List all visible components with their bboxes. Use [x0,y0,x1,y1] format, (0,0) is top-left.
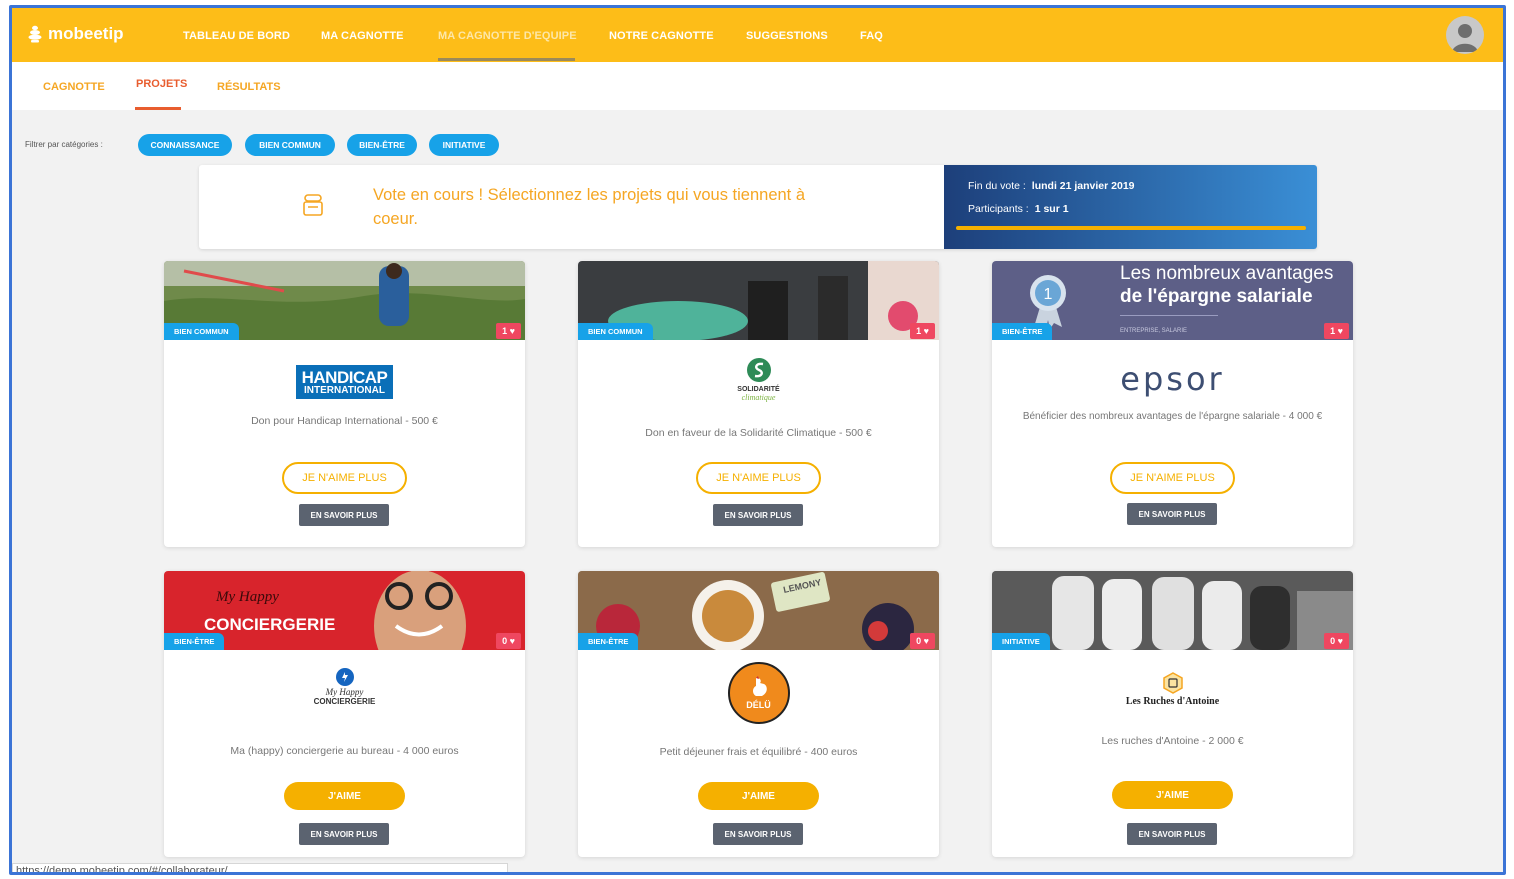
nav-ma-cagnotte[interactable]: MA CAGNOTTE [321,30,404,42]
delu-logo-text: DÉLÜ [746,700,771,710]
participants-row: Participants : 1 sur 1 [968,203,1069,215]
nav-suggestions[interactable]: SUGGESTIONS [746,30,828,42]
like-button[interactable]: J'AIME [698,782,819,810]
tab-active-indicator [135,107,181,110]
learn-more-button[interactable]: EN SAVOIR PLUS [299,504,389,526]
learn-more-button[interactable]: EN SAVOIR PLUS [713,504,803,526]
category-badge: BIEN-ÊTRE [992,323,1053,340]
filter-chip-initiative[interactable]: INITIATIVE [429,134,499,156]
learn-more-button[interactable]: EN SAVOIR PLUS [1127,503,1217,525]
project-description: Don pour Handicap International - 500 € [251,415,438,427]
unlike-button[interactable]: JE N'AIME PLUS [696,462,821,494]
brand-name: mobeetip [48,24,124,43]
image-divider [1120,315,1218,316]
project-logo: My Happy CONCIERGERIE [164,667,525,706]
project-logo: SOLIDARITÉ climatique [578,357,939,402]
project-card: LEMONY BIEN-ÊTRE 0 ♥ DÉLÜ Petit déjeuner… [578,571,939,857]
project-description: Ma (happy) conciergerie au bureau - 4 00… [230,745,459,757]
tab-cagnotte[interactable]: CAGNOTTE [43,81,105,93]
medal-icon: 1 [1030,275,1066,329]
nav-faq[interactable]: FAQ [860,30,883,42]
project-card: BIEN COMMUN 1 ♥ HANDICAP INTERNATIONAL D… [164,261,525,547]
logo-text-line2: climatique [741,393,776,402]
category-badge: INITIATIVE [992,633,1050,650]
project-card: 1 Les nombreux avantages de l'épargne sa… [992,261,1353,547]
learn-more-button[interactable]: EN SAVOIR PLUS [1127,823,1217,845]
category-badge: BIEN-ÊTRE [578,633,639,650]
participants-label: Participants : [968,203,1029,215]
likes-badge: 1 ♥ [496,323,521,339]
filter-label: Filtrer par catégories : [25,140,103,149]
participation-progress-bar [956,226,1306,230]
like-button[interactable]: J'AIME [1112,781,1233,809]
image-title-line1: My Happy [216,589,279,605]
likes-badge: 0 ♥ [1324,633,1349,649]
like-button[interactable]: J'AIME [284,782,405,810]
logo-text-line2: INTERNATIONAL [304,384,385,396]
top-navbar: mobeetip TABLEAU DE BORD MA CAGNOTTE MA … [12,8,1503,62]
concierge-logo-icon [335,668,354,686]
image-title-line1: Les nombreux avantages [1120,263,1334,284]
project-logo: Les Ruches d'Antoine [992,672,1353,707]
project-logo: epsor [992,360,1353,398]
ballot-box-icon [303,194,323,216]
filter-chip-bien-etre[interactable]: BIEN-ÊTRE [347,134,417,156]
project-logo: HANDICAP INTERNATIONAL [164,365,525,399]
project-card: INITIATIVE 0 ♥ Les Ruches d'Antoine Les … [992,571,1353,857]
vote-end-row: Fin du vote : lundi 21 janvier 2019 [968,180,1135,192]
nav-notre-cagnotte[interactable]: NOTRE CAGNOTTE [609,30,714,42]
image-title-line2: CONCIERGERIE [204,615,336,634]
likes-badge: 0 ♥ [910,633,935,649]
filter-chip-bien-commun[interactable]: BIEN COMMUN [245,134,335,156]
user-avatar[interactable] [1446,16,1484,54]
browser-status-url: https://demo.mobeetip.com/#/collaborateu… [12,863,508,872]
likes-badge: 1 ♥ [910,323,935,339]
likes-badge: 1 ♥ [1324,323,1349,339]
beehive-logo-icon [1162,672,1183,694]
vote-banner: Vote en cours ! Sélectionnez les projets… [199,165,1317,249]
filter-chip-connaissance[interactable]: CONNAISSANCE [138,134,232,156]
image-caption: ENTREPRISE, SALARIE [1120,328,1188,334]
svg-text:1: 1 [1044,286,1053,303]
epsor-logo-text: epsor [1120,360,1225,398]
project-description: Les ruches d'Antoine - 2 000 € [1101,735,1244,747]
unlike-button[interactable]: JE N'AIME PLUS [282,462,407,494]
logo-text-line2: CONCIERGERIE [313,697,376,706]
brand-logo[interactable]: mobeetip [28,24,124,44]
beehive-icon [28,25,42,43]
vote-end-value: lundi 21 janvier 2019 [1031,180,1135,192]
tab-resultats[interactable]: RÉSULTATS [217,81,281,93]
ruches-logo-text: Les Ruches d'Antoine [1125,696,1220,707]
rooster-icon [752,676,767,696]
tab-projets[interactable]: PROJETS [136,78,187,90]
learn-more-button[interactable]: EN SAVOIR PLUS [713,823,803,845]
category-badge: BIEN-ÊTRE [164,633,225,650]
project-card: BIEN COMMUN 1 ♥ SOLIDARITÉ climatique Do… [578,261,939,547]
category-badge: BIEN COMMUN [164,323,239,340]
project-description: Bénéficier des nombreux avantages de l'é… [1022,411,1323,422]
logo-text-line1: HANDICAP [301,367,388,387]
project-card: My Happy CONCIERGERIE BIEN-ÊTRE 0 ♥ My H… [164,571,525,857]
nav-active-indicator [438,58,575,61]
category-badge: BIEN COMMUN [578,323,653,340]
participants-value: 1 sur 1 [1034,203,1069,215]
vote-end-label: Fin du vote : [968,180,1026,192]
solidarite-logo-icon [746,358,771,382]
nav-tableau-de-bord[interactable]: TABLEAU DE BORD [183,30,290,42]
user-silhouette-icon [1452,24,1478,52]
project-logo: DÉLÜ [578,662,939,724]
project-description: Petit déjeuner frais et équilibré - 400 … [659,746,858,758]
nav-ma-cagnotte-equipe[interactable]: MA CAGNOTTE D'EQUIPE [438,30,577,42]
logo-text-line1: SOLIDARITÉ [737,386,780,393]
likes-badge: 0 ♥ [496,633,521,649]
sub-navbar: CAGNOTTE PROJETS RÉSULTATS [12,62,1503,110]
learn-more-button[interactable]: EN SAVOIR PLUS [299,823,389,845]
project-description: Don en faveur de la Solidarité Climatiqu… [645,427,872,439]
image-title-line2: de l'épargne salariale [1120,286,1313,307]
logo-text-line1: My Happy [325,687,364,697]
vote-info-panel: Fin du vote : lundi 21 janvier 2019 Parti… [944,165,1317,249]
browser-viewport: mobeetip TABLEAU DE BORD MA CAGNOTTE MA … [9,5,1506,875]
unlike-button[interactable]: JE N'AIME PLUS [1110,462,1235,494]
vote-message: Vote en cours ! Sélectionnez les projets… [373,186,806,228]
